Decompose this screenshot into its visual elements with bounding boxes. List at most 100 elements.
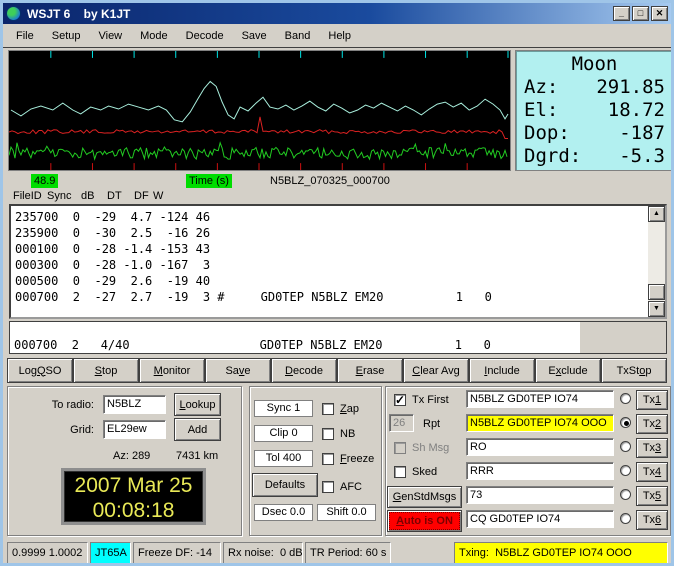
moon-row: El: 18.72 xyxy=(524,99,665,121)
menu-item-help[interactable]: Help xyxy=(319,27,360,45)
menu-item-band[interactable]: Band xyxy=(276,27,320,45)
tx-message-field-1[interactable]: N5BLZ GD0TEP IO74 xyxy=(466,390,614,408)
tx-button-6[interactable]: Tx 6 xyxy=(636,510,668,530)
tx-message-field-6[interactable]: CQ GD0TEP IO74 xyxy=(466,510,614,528)
azimuth-label: Az: 289 xyxy=(113,450,151,462)
lookup-button[interactable]: Lookup xyxy=(174,393,221,416)
status-panel-1: 0.9999 1.0002 xyxy=(7,542,88,563)
action-button-monitor[interactable]: Monitor xyxy=(139,358,205,383)
tx-message-field-2[interactable]: N5BLZ GD0TEP IO74 OOO xyxy=(466,414,614,432)
sync-box[interactable]: Sync 1 xyxy=(254,400,313,417)
dsec-box[interactable]: Dsec 0.0 xyxy=(254,504,313,521)
sh-msg-checkbox[interactable] xyxy=(394,442,406,454)
scroll-down-icon[interactable]: ▼ xyxy=(648,301,665,317)
action-button-txstop[interactable]: TxSt o p xyxy=(601,358,667,383)
tx-message-field-4[interactable]: RRR xyxy=(466,462,614,480)
tx-radio-1[interactable] xyxy=(620,393,631,404)
zap-checkbox[interactable] xyxy=(322,403,334,415)
moon-row: Az: 291.85 xyxy=(524,76,665,98)
txing-panel: Txing: N5BLZ GD0TEP IO74 OOO xyxy=(454,542,668,563)
sked-checkbox[interactable] xyxy=(394,466,406,478)
action-button-erase[interactable]: Erase xyxy=(337,358,403,383)
column-header-w: W xyxy=(153,190,164,202)
moon-row: Dgrd: -5.3 xyxy=(524,145,665,167)
menu-item-mode[interactable]: Mode xyxy=(131,27,177,45)
menu-item-file[interactable]: File xyxy=(7,27,43,45)
status-bar: 0.9999 1.0002 JT65A Freeze DF: -14 Rx noise… xyxy=(7,542,668,563)
scroll-up-icon[interactable]: ▲ xyxy=(648,206,665,222)
tx-first-checkbox[interactable] xyxy=(394,393,406,407)
filename-label: N5BLZ_070325_000700 xyxy=(270,175,390,187)
freeze-checkbox[interactable] xyxy=(322,453,334,465)
add-button[interactable]: Add xyxy=(174,418,221,441)
column-header-sync: Sync xyxy=(47,190,72,202)
tx-radio-3[interactable] xyxy=(620,441,631,452)
minimize-button[interactable]: _ xyxy=(613,6,630,21)
auto-button[interactable]: Auto is ON xyxy=(387,510,462,532)
params-panel: Sync 1 Zap Clip 0 NB Tol 400 Freeze Defa… xyxy=(249,386,382,536)
column-header-df: DF xyxy=(134,190,149,202)
tx-message-field-3[interactable]: RO xyxy=(466,438,614,456)
to-radio-input[interactable]: N5BLZ xyxy=(103,395,166,414)
defaults-button[interactable]: Defaults xyxy=(252,473,318,497)
tx-button-3[interactable]: Tx 3 xyxy=(636,438,668,458)
action-button-include[interactable]: Include xyxy=(469,358,535,383)
rpt-field[interactable]: 26 xyxy=(389,414,414,432)
scrollbar-thumb[interactable] xyxy=(648,284,665,300)
clock-display: 2007 Mar 25 00:08:18 xyxy=(61,468,206,525)
decode-scrollbar[interactable]: ▲ ▼ xyxy=(648,206,665,317)
menu-item-view[interactable]: View xyxy=(89,27,131,45)
status-filler xyxy=(393,542,452,563)
clip-box[interactable]: Clip 0 xyxy=(254,425,313,442)
tx-radio-2[interactable] xyxy=(620,417,631,428)
moon-panel: Moon Az: 291.85 El: 18.72 Dop: -187 Dgrd: -5.3 xyxy=(515,50,671,171)
title-bar[interactable]: WSJT 6 by K1JT _ □ ✕ xyxy=(3,3,671,24)
action-button-log-qso[interactable]: Log Q SO xyxy=(7,358,73,383)
close-button[interactable]: ✕ xyxy=(651,6,668,21)
tx-radio-6[interactable] xyxy=(620,513,631,524)
tx-button-5[interactable]: Tx 5 xyxy=(636,486,668,506)
tol-box[interactable]: Tol 400 xyxy=(254,450,313,467)
status-panel-4: Rx noise: 0 dB xyxy=(223,542,303,563)
freeze-label: Freeze xyxy=(340,453,375,465)
nb-checkbox[interactable] xyxy=(322,428,334,440)
spectrum-plot[interactable] xyxy=(8,50,511,171)
action-button-clear-avg[interactable]: Clear Avg xyxy=(403,358,469,383)
column-header-db: dB xyxy=(81,190,95,202)
average-text[interactable]: 000700 2 4/40 GD0TEP N5BLZ EM20 1 0 xyxy=(10,322,580,353)
decode-lines: 235700 0 -29 4.7 -124 46 235900 0 -30 2.… xyxy=(15,210,492,304)
moon-title: Moon xyxy=(571,53,618,75)
wsjt-window: WSJT 6 by K1JT _ □ ✕ File Setup View Mode De… xyxy=(0,0,674,566)
moon-row: Dop: -187 xyxy=(524,122,665,144)
menu-item-setup[interactable]: Setup xyxy=(43,27,90,45)
tx-radio-4[interactable] xyxy=(620,465,631,476)
action-button-exclude[interactable]: Ex clude xyxy=(535,358,601,383)
status-panel-2: JT65A xyxy=(90,542,131,563)
action-button-save[interactable]: Sa v e xyxy=(205,358,271,383)
average-line: 000700 2 4/40 GD0TEP N5BLZ EM20 1 0 xyxy=(14,338,491,352)
afc-checkbox[interactable] xyxy=(322,481,334,493)
menu-item-decode[interactable]: Decode xyxy=(177,27,233,45)
sked-label: Sked xyxy=(412,466,438,478)
action-button-decode[interactable]: Decode xyxy=(271,358,337,383)
tx-button-2[interactable]: Tx 2 xyxy=(636,414,668,434)
maximize-button[interactable]: □ xyxy=(632,6,649,21)
genstdmsgs-button[interactable]: GenStdMsgs xyxy=(387,486,462,508)
menu-item-save[interactable]: Save xyxy=(233,27,276,45)
zap-label: Zap xyxy=(340,403,359,415)
shift-box[interactable]: Shift 0.0 xyxy=(317,504,376,521)
sync-threshold-badge: 48.9 xyxy=(31,174,59,188)
tx-message-field-5[interactable]: 73 xyxy=(466,486,614,504)
decode-output[interactable]: 235700 0 -29 4.7 -124 46 235900 0 -30 2.… xyxy=(9,204,667,319)
tx-radio-5[interactable] xyxy=(620,489,631,500)
rpt-label: Rpt xyxy=(423,418,441,430)
clock-time: 00:08:18 xyxy=(92,499,175,522)
station-panel: To radio: N5BLZ Lookup Grid: EL29ew Add … xyxy=(7,386,242,536)
tx-button-4[interactable]: Tx 4 xyxy=(636,462,668,482)
action-button-stop[interactable]: Stop xyxy=(73,358,139,383)
tx-button-1[interactable]: Tx 1 xyxy=(636,390,668,410)
grid-input[interactable]: EL29ew xyxy=(103,420,166,439)
average-text-box: 000700 2 4/40 GD0TEP N5BLZ EM20 1 0 xyxy=(9,321,667,354)
grid-label: Grid: xyxy=(70,424,94,436)
action-button-row: Log Q SO Stop Monitor Sa v e Decode Erase Clear A… xyxy=(7,358,667,383)
